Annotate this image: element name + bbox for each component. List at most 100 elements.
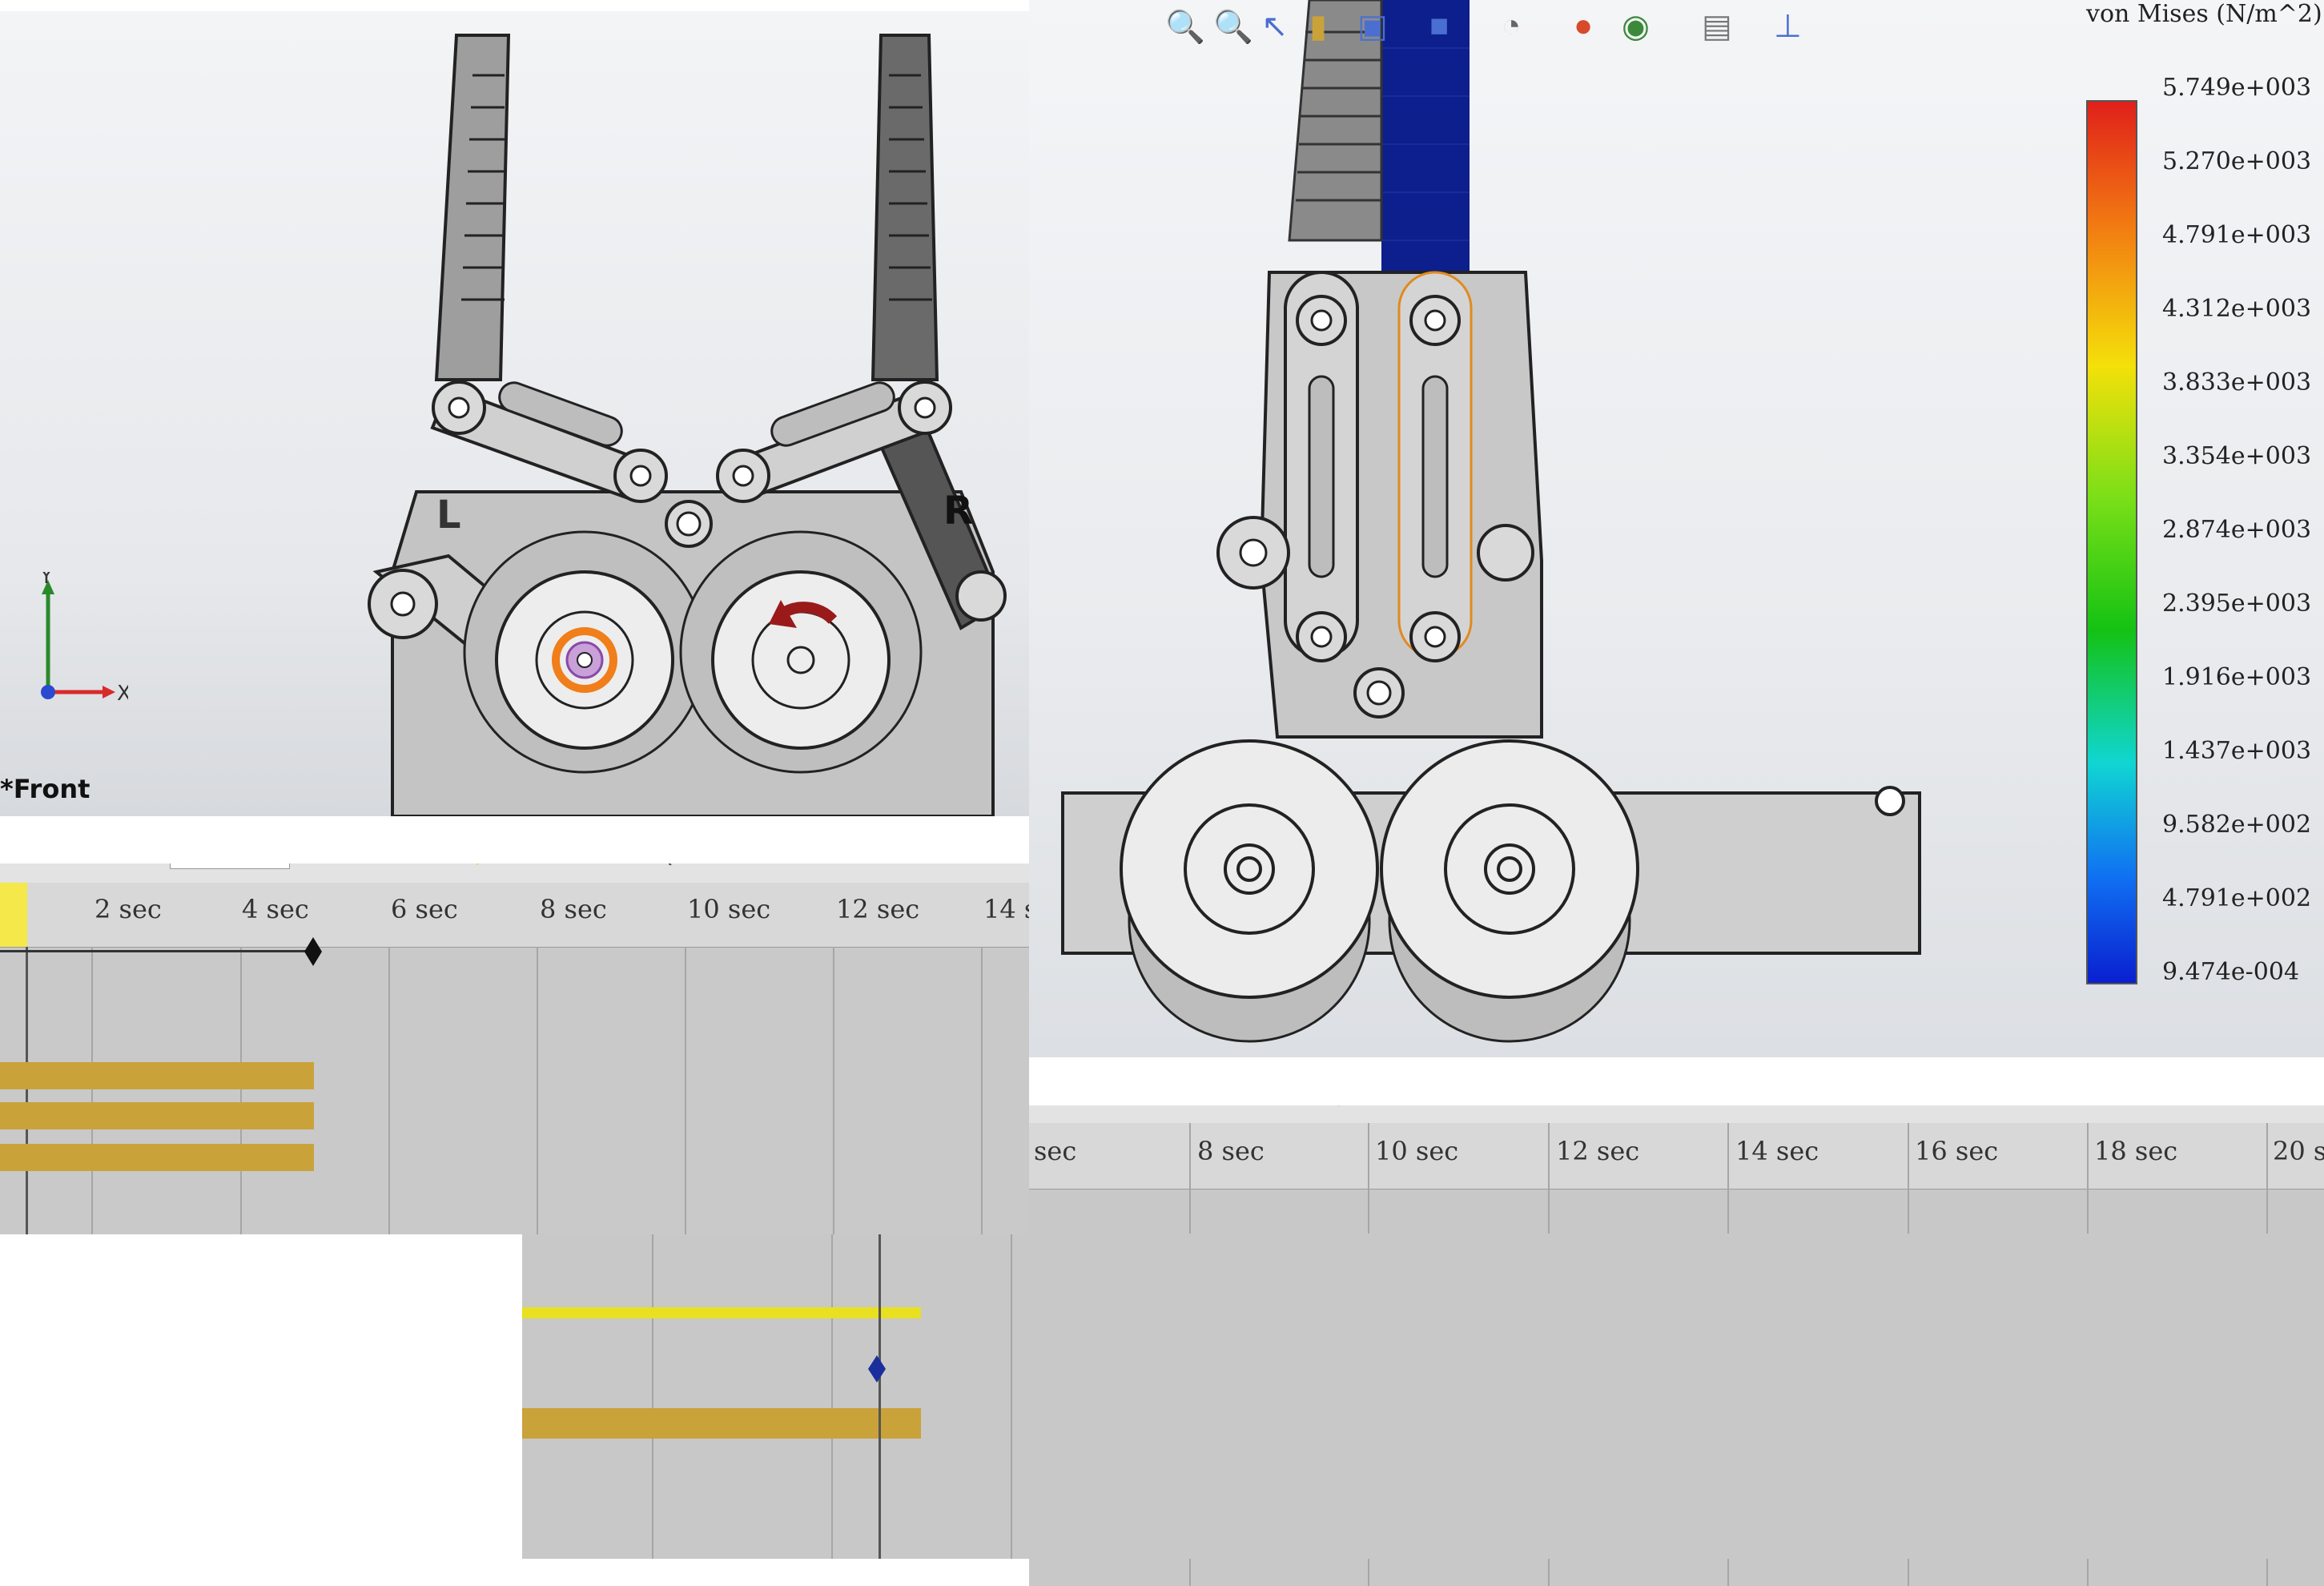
simulation-setup-icon[interactable]: ● xyxy=(759,863,794,869)
playhead-key-marker[interactable] xyxy=(868,1355,886,1383)
legend-value: 1.437e+003 xyxy=(2162,737,2312,765)
stress-plot-icon[interactable]: ◧ xyxy=(1650,1105,1685,1109)
calculate-icon[interactable]: ⚙ xyxy=(1045,1105,1080,1109)
x-axis-label: X xyxy=(117,682,128,706)
legend-value: 3.833e+003 xyxy=(2162,368,2312,396)
right-graphics-area[interactable]: 🔍 🔍 ↖ ▮ ▣ ■ ◔ ● ◉ ▤ ⊥ von Mises (N/m^2) xyxy=(1029,0,2324,1057)
torque-icon[interactable]: ↖ xyxy=(1361,1105,1397,1109)
legend-value: 4.791e+003 xyxy=(2162,221,2312,249)
section-view-icon[interactable]: ▮ xyxy=(1309,8,1327,45)
force-icon[interactable]: ╲ xyxy=(645,863,680,869)
time-grid-line xyxy=(1011,1234,1012,1559)
left-time-ruler[interactable]: 2 sec 4 sec 6 sec 8 sec 10 sec 12 sec 14… xyxy=(0,883,1029,948)
timeline-bar-yellow[interactable] xyxy=(522,1307,921,1318)
left-model-drawing: L R xyxy=(368,34,1007,816)
damper-icon[interactable]: ≣ xyxy=(1265,1105,1301,1109)
playhead-line[interactable] xyxy=(879,1234,881,1559)
legend-value: 2.874e+003 xyxy=(2162,516,2312,544)
right-arm-label: R xyxy=(943,489,973,533)
time-grid-line xyxy=(91,947,93,1234)
ruler-tick-label: 14 sec xyxy=(1735,1136,1819,1166)
playhead-line[interactable] xyxy=(26,947,28,1234)
motion-toolbar: ⚙ ⚡ ✦ ◍ ≣ ╲ ↖ ⚖ ● ▦ ☰ ◧ ◨ ◩ ▾ xyxy=(1029,1105,2324,1125)
timeline-bar[interactable] xyxy=(0,1062,314,1089)
stress-color-bar xyxy=(2086,100,2137,984)
display-style-icon[interactable]: ■ xyxy=(1429,8,1449,44)
force-icon[interactable]: ╲ xyxy=(1313,1105,1349,1109)
hide-show-items-icon[interactable]: ◔ xyxy=(1502,8,1521,44)
spring-icon[interactable]: ✦ xyxy=(509,863,544,869)
legend-value: 9.582e+002 xyxy=(2162,811,2312,839)
legend-title: von Mises (N/m^2) xyxy=(2086,0,2322,28)
gravity-icon[interactable]: ⚖ xyxy=(721,863,756,869)
chevron-down-icon[interactable]: ▾ xyxy=(1786,1105,1821,1109)
factor-of-safety-icon[interactable]: ◩ xyxy=(987,863,1022,869)
edit-appearance-icon[interactable]: ● xyxy=(1574,8,1593,44)
time-grid-line xyxy=(981,947,983,1234)
zoom-to-fit-icon[interactable]: 🔍 xyxy=(1165,8,1205,46)
results-plots-icon[interactable]: ▦ xyxy=(1522,1105,1557,1109)
save-animation-icon[interactable]: ▣ xyxy=(368,863,404,869)
right-time-ruler[interactable]: sec 8 sec 10 sec 12 sec 14 sec 16 sec 18… xyxy=(1029,1123,2324,1190)
view-orientation-icon[interactable]: ▣ xyxy=(1357,8,1388,45)
time-grid-line xyxy=(537,947,538,1234)
contact-icon[interactable]: ◍ xyxy=(1217,1105,1252,1109)
motion-study-properties-icon[interactable]: ☰ xyxy=(853,863,888,869)
playback-speed-select[interactable]: 1x ▼ xyxy=(170,863,290,869)
time-grid-line xyxy=(240,947,242,1234)
coordinate-triad: Y X xyxy=(39,572,128,706)
motion-study-properties-icon[interactable]: ☰ xyxy=(1586,1105,1621,1109)
left-graphics-area[interactable]: L R Y X *Front xyxy=(0,11,1029,816)
torque-icon[interactable]: ↖ xyxy=(685,863,720,869)
motor-icon[interactable]: ⚡ xyxy=(1109,1105,1144,1109)
ruler-tick-label: 18 sec xyxy=(2094,1136,2178,1166)
results-plots-icon[interactable]: ▦ xyxy=(805,863,840,869)
time-grid-line xyxy=(831,1234,833,1559)
timeline-bar[interactable] xyxy=(522,1408,921,1439)
chevron-down-icon[interactable]: ▼ xyxy=(265,863,283,870)
motor-icon[interactable]: ⚡ xyxy=(468,863,504,869)
legend-value: 5.749e+003 xyxy=(2162,74,2312,102)
ruler-tick-label: 8 sec xyxy=(540,894,607,924)
spring-icon[interactable]: ✦ xyxy=(1153,1105,1188,1109)
factor-of-safety-icon[interactable]: ◩ xyxy=(1746,1105,1781,1109)
left-motion-timeline[interactable]: 1x ▼ ➡ ▾ ▣ ⚙ ⚡ ✦ ◍ ≣ ╲ ↖ ⚖ ● ▦ ☰ ◧ ◨ ◩ 2… xyxy=(0,863,1029,1234)
gravity-icon[interactable]: ⚖ xyxy=(1409,1105,1445,1109)
ruler-tick-label: 2 sec xyxy=(94,894,162,924)
ruler-tick-label: 14 se xyxy=(983,894,1029,924)
legend-value: 4.791e+002 xyxy=(2162,884,2312,912)
damper-icon[interactable]: ≣ xyxy=(605,863,640,869)
legend-value: 1.916e+003 xyxy=(2162,663,2312,691)
timeline-bar[interactable] xyxy=(0,1144,314,1171)
ruler-tick-label: 10 sec xyxy=(687,894,771,924)
legend-value: 9.474e-004 xyxy=(2162,958,2300,986)
previous-view-icon[interactable]: ↖ xyxy=(1261,8,1289,45)
triad-icon[interactable]: ⊥ xyxy=(1774,8,1802,45)
stress-plot-icon[interactable]: ◧ xyxy=(901,863,936,869)
playhead-highlight[interactable] xyxy=(0,883,27,947)
view-heads-up-toolbar: 🔍 🔍 ↖ ▮ ▣ ■ ◔ ● ◉ ▤ ⊥ xyxy=(1165,8,2046,56)
legend-value: 5.270e+003 xyxy=(2162,147,2312,175)
time-grid-line xyxy=(388,947,390,1234)
timeline-bar[interactable] xyxy=(0,1102,314,1129)
simulation-setup-icon[interactable]: ● xyxy=(1458,1105,1493,1109)
time-grid-line xyxy=(833,947,834,1234)
playback-mode-icon[interactable]: ➡ xyxy=(304,863,340,869)
bottom-motion-timeline[interactable] xyxy=(522,1234,2324,1559)
ruler-tick-label: 4 sec xyxy=(242,894,309,924)
legend-value: 2.395e+003 xyxy=(2162,590,2312,618)
view-settings-icon[interactable]: ▤ xyxy=(1702,8,1732,45)
ruler-tick-label: 12 sec xyxy=(836,894,920,924)
legend-value: 3.354e+003 xyxy=(2162,442,2312,470)
view-name-label: *Front xyxy=(0,774,90,804)
time-grid-line xyxy=(652,1234,653,1559)
zoom-to-area-icon[interactable]: 🔍 xyxy=(1213,8,1253,46)
animation-wizard-icon[interactable]: ⚙ xyxy=(415,863,450,869)
ruler-tick-label: sec xyxy=(1034,1136,1077,1166)
ruler-tick-label: 10 sec xyxy=(1375,1136,1459,1166)
contact-icon[interactable]: ◍ xyxy=(561,863,596,869)
displacement-plot-icon[interactable]: ◨ xyxy=(945,863,980,869)
apply-scene-icon[interactable]: ◉ xyxy=(1622,8,1650,45)
y-axis-label: Y xyxy=(39,572,53,589)
displacement-plot-icon[interactable]: ◨ xyxy=(1698,1105,1733,1109)
